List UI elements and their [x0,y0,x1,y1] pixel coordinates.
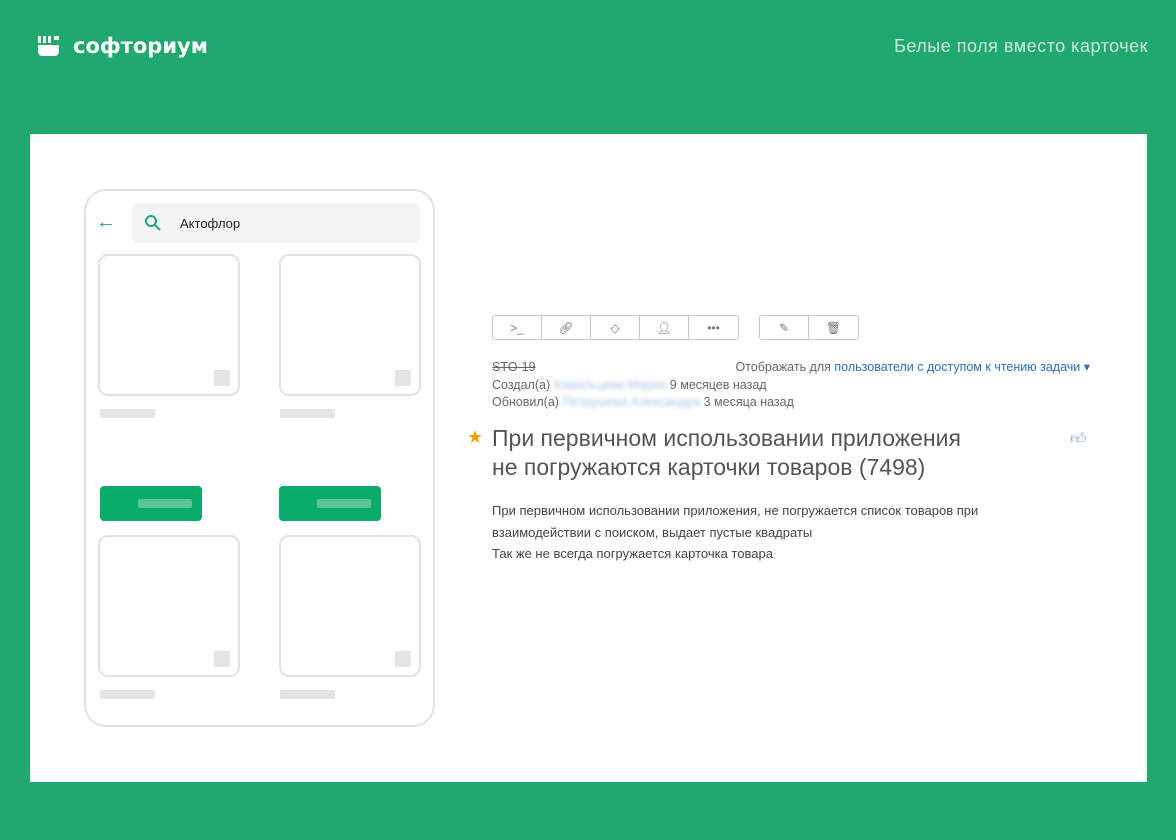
more-icon[interactable]: ••• [689,316,738,339]
created-ago: 9 месяцев назад [669,377,767,392]
task-toolbar: >_ 🔗︎ ◇ 👤︎ ••• ✎ 🗑︎ [492,315,859,340]
updated-label: Обновил(а) [492,395,559,409]
fist-logo-icon [38,36,59,56]
phone-mockup: ← Актофлор [84,189,435,727]
search-input[interactable]: Актофлор [132,203,420,243]
task-description: При первичном использовании приложения, … [492,503,979,561]
created-label: Создал(а) [492,377,551,392]
brand-logo: софториум [37,34,208,58]
empty-product-card [98,254,240,396]
task-id[interactable]: STO-19 [492,359,536,377]
placeholder-bar [100,690,155,699]
visibility-label: Отображать для [735,360,831,374]
terminal-icon[interactable]: >_ [493,316,542,339]
content-card: ← Актофлор >_ 🔗︎ ◇ 👤︎ ••• ✎ 🗑︎ STO-19 От… [30,134,1147,782]
task-title: При первичном использовании приложения не… [492,425,961,480]
tag-icon[interactable]: ◇ [591,316,640,339]
placeholder-button[interactable] [279,486,381,521]
empty-product-card [98,535,240,677]
updated-by[interactable]: Петрушева Александра [562,395,700,409]
star-icon[interactable]: ★ [467,427,483,448]
updated-ago: 3 месяца назад [703,395,794,409]
empty-product-card [279,254,421,396]
link-icon[interactable]: 🔗︎ [542,316,591,339]
search-value: Актофлор [180,215,241,231]
delete-icon[interactable]: 🗑︎ [809,316,858,339]
user-icon[interactable]: 👤︎ [640,316,689,339]
created-by[interactable]: Комальцева Мария [554,378,667,392]
tagline: Белые поля вместо карточек [894,36,1148,56]
placeholder-bar [100,409,155,418]
brand-name: софториум [73,34,208,58]
placeholder-button[interactable] [100,486,202,521]
visibility-dropdown[interactable]: пользователи с доступом к чтению задачи … [834,360,1090,374]
empty-product-card [279,535,421,677]
back-arrow-icon[interactable]: ← [96,211,116,234]
search-icon [145,215,161,231]
thumbs-up-icon[interactable]: 👍︎ [1070,430,1087,449]
placeholder-bar [280,690,335,699]
placeholder-bar [280,409,335,418]
task-meta: STO-19 Отображать для пользователи с дос… [492,359,1090,412]
edit-icon[interactable]: ✎ [760,316,809,339]
